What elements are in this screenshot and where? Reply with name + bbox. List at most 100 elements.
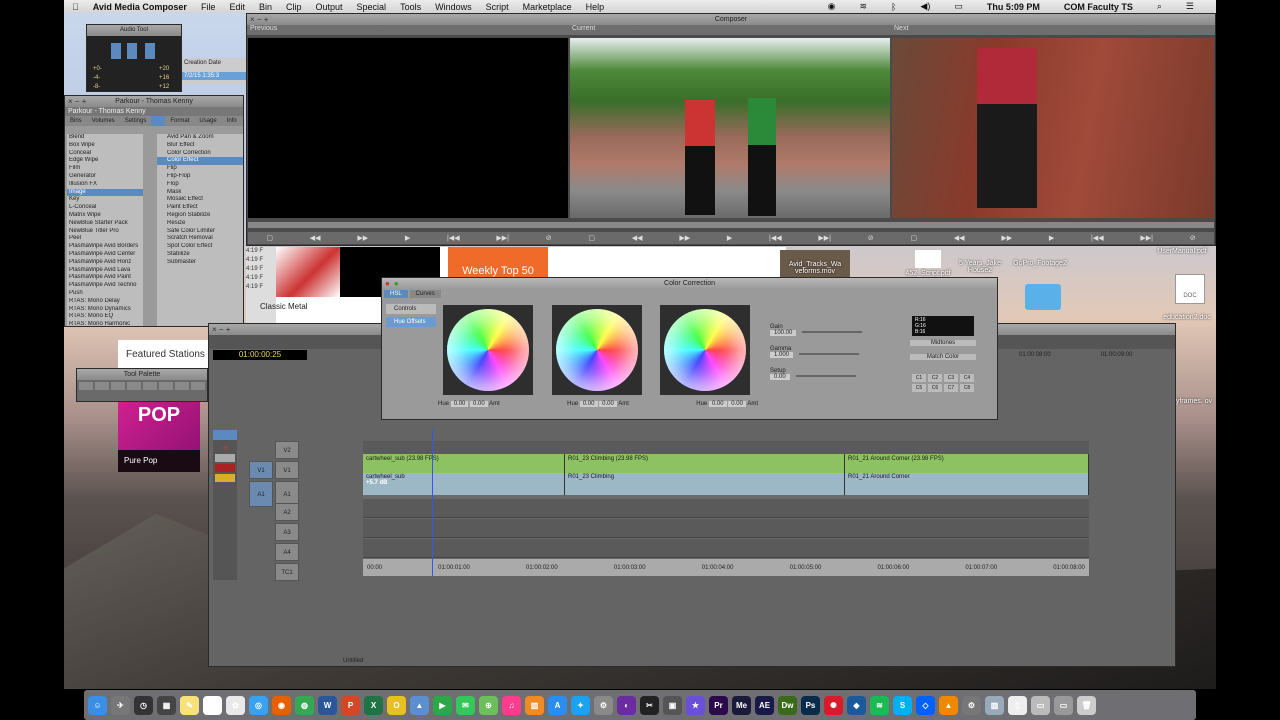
wheel-gradient[interactable] (447, 309, 529, 391)
effect-category-item[interactable]: Key (67, 196, 143, 204)
slider-track[interactable] (799, 353, 860, 356)
color-correction-titlebar[interactable]: ● ● Color Correction (382, 278, 997, 289)
fcp-icon[interactable]: ✂ (640, 695, 659, 715)
source-track-label[interactable]: A1 (249, 481, 273, 507)
tile-label[interactable]: Classic Metal (260, 302, 308, 311)
stop-icon[interactable]: ▢ (910, 234, 917, 242)
calendar-icon[interactable]: ▤ (203, 695, 222, 715)
dropbox-icon[interactable]: ◇ (916, 695, 935, 715)
slider-track[interactable] (802, 331, 863, 334)
meter-button[interactable] (145, 43, 155, 59)
file-label[interactable]: UserManual.pdf (1150, 248, 1214, 255)
hue-offsets-button[interactable]: Hue Offsets (386, 317, 436, 327)
launchpad-icon[interactable]: ✈ (111, 695, 130, 715)
effect-category-item[interactable]: PlasmaWipe Avid Center (67, 251, 143, 259)
effect-item[interactable]: Blur Effect (157, 142, 243, 150)
audio-tool-title[interactable]: Audio Tool (87, 25, 181, 36)
file-label[interactable]: education2.doc (1158, 314, 1216, 321)
effect-category-item[interactable]: NewBlue Titler Pro (67, 228, 143, 236)
amount-value[interactable]: 0.00 (470, 401, 488, 407)
next-frame-viewer[interactable] (892, 38, 1214, 218)
tool-button[interactable] (213, 430, 237, 440)
effect-category-item[interactable]: RTAS: Mono Dynamics (67, 306, 143, 314)
tab-format[interactable]: Format (165, 116, 194, 126)
tool-button[interactable] (191, 382, 205, 390)
wifi-icon[interactable]: ≋ (859, 1, 867, 12)
menu-tools[interactable]: Tools (400, 2, 421, 12)
effect-item[interactable]: Resize (157, 220, 243, 228)
effect-category-item[interactable]: RTAS: Mono EQ (67, 313, 143, 321)
vlc-icon[interactable]: ▲ (939, 695, 958, 715)
effect-item[interactable]: Mosaic Effect (157, 196, 243, 204)
no-entry-icon[interactable]: ⊘ (868, 234, 874, 242)
menu-bin[interactable]: Bin (259, 2, 272, 12)
tab-effects[interactable] (151, 116, 166, 126)
effect-item[interactable]: Stabilize (157, 251, 243, 259)
midtones-color-wheel[interactable] (552, 305, 642, 395)
sequence-name[interactable]: Untitled (343, 658, 403, 666)
tool-button[interactable] (159, 382, 173, 390)
effect-category-item[interactable]: Conceal (67, 150, 143, 158)
effect-category-item[interactable]: L-Conceal (67, 204, 143, 212)
dreamweaver-icon[interactable]: Dw (778, 695, 797, 715)
document-icon[interactable]: ▯ (1008, 695, 1027, 715)
safari-icon[interactable]: ◎ (249, 695, 268, 715)
effect-palette-titlebar[interactable]: × − + Parkour - Thomas Kenny (65, 96, 243, 107)
app-menu[interactable]: Avid Media Composer (93, 2, 187, 12)
battery-icon[interactable]: ▭ (954, 1, 963, 12)
file-label[interactable]: GoPro_Footage2 (1010, 260, 1070, 267)
itunes-icon[interactable]: ♫ (502, 695, 521, 715)
correction-button[interactable]: C4 (960, 374, 974, 382)
compressor-icon[interactable]: ▣ (663, 695, 682, 715)
play-icon[interactable]: ▶ (1049, 234, 1054, 242)
notification-icon[interactable]: ☰ (1186, 1, 1194, 12)
effect-category-item[interactable]: RTAS: Mono Delay (67, 298, 143, 306)
track-v2-label[interactable]: V2 (275, 441, 299, 459)
range-dropdown[interactable]: Midtones (910, 340, 976, 346)
ibooks-icon[interactable]: ▥ (525, 695, 544, 715)
clip-a1[interactable]: R01_21 Around Corner (845, 473, 1089, 495)
pure-pop-tile[interactable]: POP Pure Pop (118, 400, 200, 472)
creative-cloud-icon[interactable]: ✺ (824, 695, 843, 715)
file-label[interactable]: 452_Script.pdf (898, 270, 958, 277)
file-label[interactable]: 5 Years_Jake House2 (955, 260, 1005, 274)
position-indicator[interactable] (432, 429, 433, 576)
correction-button[interactable]: C1 (912, 374, 926, 382)
messages-icon[interactable]: ✉ (456, 695, 475, 715)
gain-value[interactable]: 100.00 (770, 330, 797, 336)
track-a3-label[interactable]: A3 (275, 523, 299, 541)
monitor-menu-next[interactable]: Next (891, 25, 1215, 35)
bluetooth-icon[interactable]: ᛒ (891, 2, 896, 12)
imovie-icon[interactable]: ★ (686, 695, 705, 715)
setup-slider[interactable]: Setup 0.00 (770, 368, 898, 390)
effect-item[interactable]: Flop (157, 181, 243, 189)
correction-button[interactable]: C5 (912, 384, 926, 392)
chrome-icon[interactable]: ◍ (295, 695, 314, 715)
monitor-menu-previous[interactable]: Previous (247, 25, 569, 35)
tile-weekly-top[interactable]: Weekly Top 50 (448, 247, 548, 279)
doc-icon[interactable]: DOC (1175, 274, 1205, 304)
forward-icon[interactable]: ▶▶ (1001, 234, 1012, 242)
gain-slider[interactable]: Gain 100.00 (770, 324, 898, 346)
effect-category-item[interactable]: Film (67, 165, 143, 173)
excel-icon[interactable]: X (364, 695, 383, 715)
rewind-icon[interactable]: ◀◀ (632, 234, 643, 242)
tool-button[interactable] (95, 382, 109, 390)
effect-category-item[interactable]: Peel (67, 235, 143, 243)
effect-item[interactable]: Scratch Removal (157, 235, 243, 243)
tc-ruler[interactable]: 00:00 01:00:01:00 01:00:02:00 01:00:03:00 01… (363, 559, 1089, 576)
menu-windows[interactable]: Windows (435, 2, 472, 12)
tab-settings[interactable]: Settings (120, 116, 152, 126)
window-controls[interactable]: × − + (68, 97, 86, 106)
clip-v1[interactable]: R01_23 Climbing (23.98 FPS) (565, 454, 845, 473)
tab-usage[interactable]: Usage (194, 116, 221, 126)
timeline-tracks[interactable]: cartwheel_sub (23.98 FPS) R01_23 Climbin… (363, 429, 1089, 576)
track-a2[interactable] (363, 499, 1089, 518)
rewind-icon[interactable]: ◀◀ (310, 234, 321, 242)
avid-icon[interactable]: ◐ (617, 695, 636, 715)
window-controls[interactable]: ● ● (385, 279, 399, 288)
play-icon[interactable]: ▶ (727, 234, 732, 242)
tool-button[interactable] (111, 382, 125, 390)
hue-value[interactable]: 0.00 (579, 401, 598, 407)
album-art-classic-metal[interactable] (276, 247, 340, 297)
